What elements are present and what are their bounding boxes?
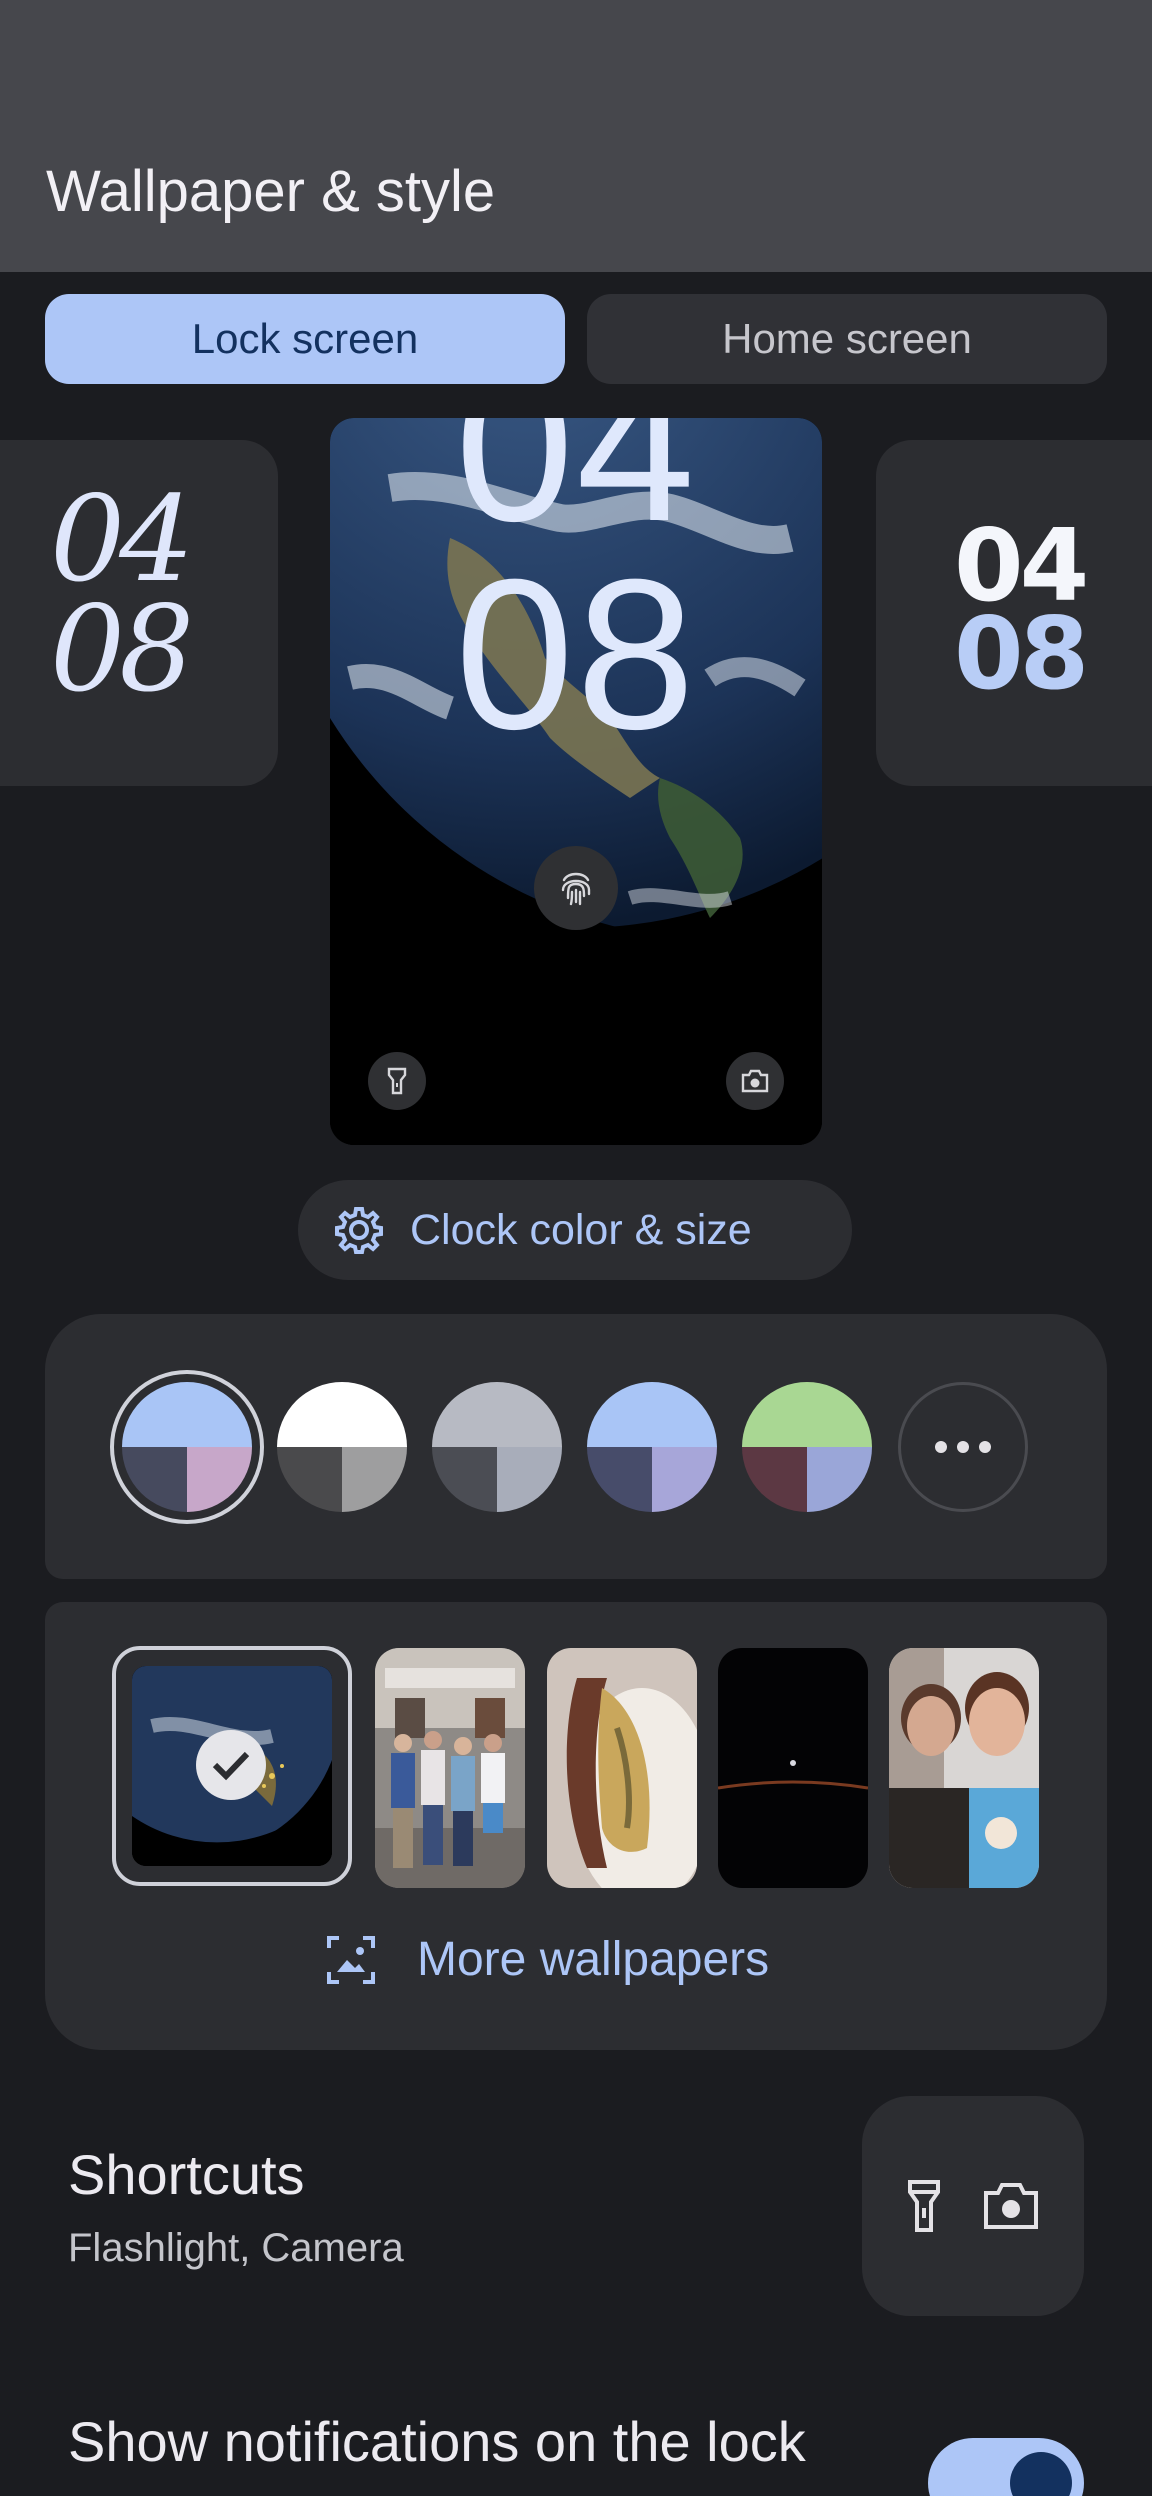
wallpaper-thumb-group-photo[interactable] <box>375 1648 525 1888</box>
lock-screen-preview[interactable]: 04 08 <box>330 418 822 1145</box>
wallpaper-thumb-selfie[interactable] <box>889 1648 1039 1888</box>
shortcuts-title[interactable]: Shortcuts <box>68 2142 305 2207</box>
camera-icon <box>984 2183 1038 2229</box>
check-icon <box>196 1730 266 1800</box>
more-wallpapers-button[interactable]: More wallpapers <box>325 1932 769 1987</box>
show-notifications-toggle[interactable] <box>928 2438 1084 2496</box>
clock-style-digits: 04 08 <box>954 507 1089 712</box>
camera-icon <box>726 1052 784 1110</box>
clock-color-size-label: Clock color & size <box>410 1205 752 1254</box>
clock-style-digits: 04 08 <box>50 470 194 718</box>
shortcuts-preview-button[interactable] <box>862 2096 1084 2316</box>
color-palette-card <box>45 1314 1107 1579</box>
tab-lock-screen[interactable]: Lock screen <box>45 294 565 384</box>
tab-home-screen[interactable]: Home screen <box>587 294 1107 384</box>
color-option-2[interactable] <box>277 1382 407 1512</box>
clock-style-option-right[interactable]: 04 08 <box>876 440 1152 786</box>
toggle-knob <box>1010 2452 1072 2496</box>
show-notifications-title: Show notifications on the lock screen <box>68 2410 806 2496</box>
app-bar <box>0 0 1152 272</box>
preview-clock-hours: 04 <box>454 418 698 566</box>
color-option-1[interactable] <box>110 1370 264 1524</box>
color-option-5[interactable] <box>742 1382 872 1512</box>
more-colors-button[interactable] <box>898 1382 1028 1512</box>
screen-tabs: Lock screen Home screen <box>45 294 1107 384</box>
wallpaper-icon <box>327 1935 375 1984</box>
wallpaper-thumb-space[interactable] <box>718 1648 868 1888</box>
page-title: Wallpaper & style <box>46 159 496 224</box>
more-wallpapers-label: More wallpapers <box>417 1933 770 1986</box>
flashlight-icon <box>368 1052 426 1110</box>
flashlight-icon <box>908 2180 940 2232</box>
fingerprint-icon <box>534 846 618 930</box>
preview-clock-minutes: 08 <box>454 535 698 774</box>
color-option-3[interactable] <box>432 1382 562 1512</box>
more-horiz-icon <box>935 1441 991 1453</box>
clock-style-option-left[interactable]: 04 08 <box>0 440 278 786</box>
wallpaper-thumb-food[interactable] <box>547 1648 697 1888</box>
clock-color-size-button[interactable]: Clock color & size <box>298 1180 852 1280</box>
wallpaper-thumb-earth-selected[interactable] <box>112 1646 352 1886</box>
wallpaper-picker-card: More wallpapers <box>45 1602 1107 2050</box>
gear-icon <box>335 1207 383 1254</box>
color-option-4[interactable] <box>587 1382 717 1512</box>
shortcuts-subtitle: Flashlight, Camera <box>68 2226 404 2270</box>
